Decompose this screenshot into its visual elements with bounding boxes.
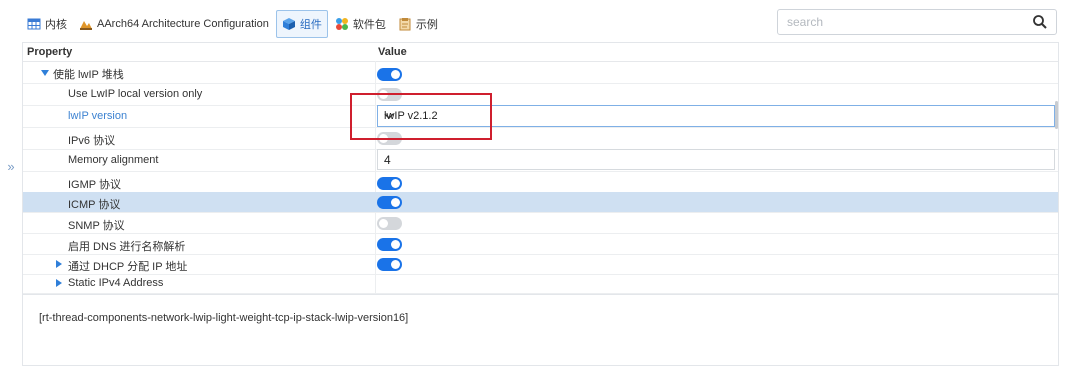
tab-label: 软件包 [352, 19, 386, 31]
tab-components[interactable]: 组件 [275, 10, 328, 38]
property-label: Memory alignment [68, 154, 159, 166]
collapsed-arrow-icon[interactable] [56, 279, 62, 287]
table-row-dhcp[interactable]: 通过 DHCP 分配 IP 地址 [23, 254, 1058, 275]
property-label: IGMP 协议 [68, 179, 121, 191]
search-icon[interactable] [1032, 14, 1048, 30]
lwip-version-select[interactable]: lwIP v2.1.2 [377, 105, 1055, 127]
property-label: 使能 lwIP 堆栈 [53, 69, 124, 81]
search-input[interactable] [778, 10, 1027, 34]
property-label: Use LwIP local version only [68, 88, 203, 100]
toggle-switch[interactable] [377, 258, 402, 271]
tab-label: AArch64 Architecture Configuration [97, 18, 269, 30]
tab-kernel[interactable]: 内核 [22, 11, 72, 37]
tab-examples[interactable]: 示例 [393, 11, 443, 37]
property-grid: Property Value 使能 lwIP 堆栈 Use LwIP local… [23, 43, 1058, 294]
tab-aarch64-config[interactable]: AArch64 Architecture Configuration [74, 11, 274, 37]
property-panel: Property Value 使能 lwIP 堆栈 Use LwIP local… [22, 42, 1059, 366]
property-label: ICMP 协议 [68, 199, 121, 211]
property-label: 启用 DNS 进行名称解析 [68, 241, 186, 253]
tab-label: 内核 [45, 19, 67, 31]
chevron-down-icon [384, 111, 394, 121]
toggle-switch[interactable] [377, 177, 402, 190]
toggle-switch[interactable] [377, 88, 402, 101]
property-label: 通过 DHCP 分配 IP 地址 [68, 261, 188, 273]
example-icon [398, 17, 412, 31]
value-column-header: Value [378, 46, 407, 58]
memory-alignment-input[interactable]: 4 [377, 149, 1055, 170]
table-row-icmp[interactable]: ICMP 协议 [23, 192, 1058, 213]
table-row-igmp[interactable]: IGMP 协议 [23, 172, 1058, 193]
toggle-switch[interactable] [377, 132, 402, 145]
expand-arrow-icon[interactable] [41, 70, 49, 76]
tab-packages[interactable]: 软件包 [330, 11, 391, 37]
toggle-switch[interactable] [377, 217, 402, 230]
table-row-enable-lwip[interactable]: 使能 lwIP 堆栈 [23, 62, 1058, 84]
collapsed-arrow-icon[interactable] [56, 260, 62, 268]
double-chevron-right-icon[interactable]: » [4, 160, 18, 174]
component-icon [282, 17, 296, 31]
vertical-scrollbar[interactable] [1055, 101, 1058, 129]
table-row-use-local-lwip[interactable]: Use LwIP local version only [23, 84, 1058, 106]
table-row-ipv6[interactable]: IPv6 协议 [23, 128, 1058, 150]
property-column-header: Property [27, 46, 73, 58]
property-label: Static IPv4 Address [68, 277, 164, 289]
property-label: lwIP version [68, 110, 128, 122]
property-label: IPv6 协议 [68, 135, 116, 147]
table-row-dns[interactable]: 启用 DNS 进行名称解析 [23, 234, 1058, 255]
description-panel: [rt-thread-components-network-lwip-light… [23, 294, 1058, 366]
table-header: Property Value [23, 43, 1058, 62]
search-box [777, 9, 1057, 35]
property-label: SNMP 协议 [68, 220, 125, 232]
architecture-icon [79, 17, 93, 31]
tab-bar: 内核 AArch64 Architecture Configuration 组件… [22, 9, 445, 39]
input-value: 4 [384, 153, 391, 167]
table-row-snmp[interactable]: SNMP 协议 [23, 213, 1058, 234]
toggle-switch[interactable] [377, 196, 402, 209]
tab-label: 示例 [415, 19, 438, 31]
description-text: [rt-thread-components-network-lwip-light… [39, 312, 409, 324]
toggle-switch[interactable] [377, 68, 402, 81]
tab-label: 组件 [299, 19, 322, 31]
table-row-static-ipv4[interactable]: Static IPv4 Address [23, 274, 1058, 294]
toggle-switch[interactable] [377, 238, 402, 251]
package-icon [335, 17, 349, 31]
kernel-icon [27, 17, 41, 31]
